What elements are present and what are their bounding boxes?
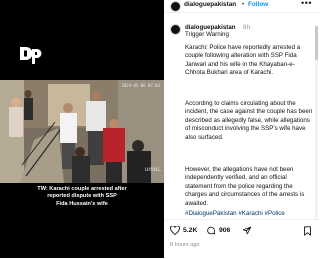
trigger-warning: Trigger Warning	[185, 31, 229, 38]
caption-line-1: TW: Karachi couple arrested after	[37, 186, 127, 192]
post-media[interactable]: 2024-05-06 07:03 umoL TW: Karachi couple…	[0, 0, 164, 258]
hashtag-karachi[interactable]: #Karachi	[238, 210, 262, 217]
caption-line-2: reported dispute with SSP	[47, 193, 117, 200]
share-icon[interactable]	[242, 226, 252, 235]
caption-username[interactable]: dialoguepakistan	[185, 24, 236, 31]
hashtag-police[interactable]: #Police	[265, 210, 285, 217]
video-frame[interactable]: 2024-05-06 07:03 umoL	[0, 80, 164, 183]
video-timestamp: 2024-05-06 07:03	[121, 83, 160, 88]
post-header: dialoguepakistan • Follow •••	[164, 0, 320, 13]
scrollbar-thumb[interactable]	[315, 26, 318, 60]
post-time: 8h	[243, 24, 250, 31]
dialogue-pakistan-logo	[20, 47, 42, 64]
comment-icon[interactable]	[206, 226, 216, 235]
scene-image	[0, 80, 164, 183]
caption-paragraph-3: However, the allegations have not been i…	[185, 166, 305, 207]
heart-icon[interactable]	[170, 226, 180, 235]
more-icon[interactable]: •••	[301, 0, 312, 8]
caption-line-3: Fida Hussain's wife	[56, 200, 108, 207]
media-caption: TW: Karachi couple arrested after report…	[0, 186, 164, 208]
hashtag-dialoguepakistan[interactable]: #DialoguePakistan	[185, 210, 237, 217]
bookmark-icon[interactable]	[303, 226, 312, 236]
post-details: dialoguepakistan • Follow ••• dialoguepa…	[164, 0, 320, 258]
separator-dot: •	[242, 1, 245, 8]
caption-paragraph-1: Karachi: Police have reportedly arrested…	[185, 44, 301, 77]
watermark: umoL	[144, 167, 161, 173]
avatar[interactable]	[170, 1, 181, 12]
caption-paragraph-2: According to claims circulating about th…	[185, 100, 313, 141]
header-username[interactable]: dialoguepakistan	[184, 1, 236, 8]
follow-button[interactable]: Follow	[248, 1, 268, 8]
hashtags: #DialoguePakistan #Karachi #Police	[185, 210, 285, 217]
comments-count[interactable]: 906	[219, 227, 230, 234]
posted-ago: 8 hours ago	[170, 242, 200, 248]
caption-avatar[interactable]	[170, 24, 181, 35]
action-bar: 5.2K 906 8 hours ago	[164, 219, 320, 259]
likes-count[interactable]: 5.2K	[183, 227, 197, 234]
